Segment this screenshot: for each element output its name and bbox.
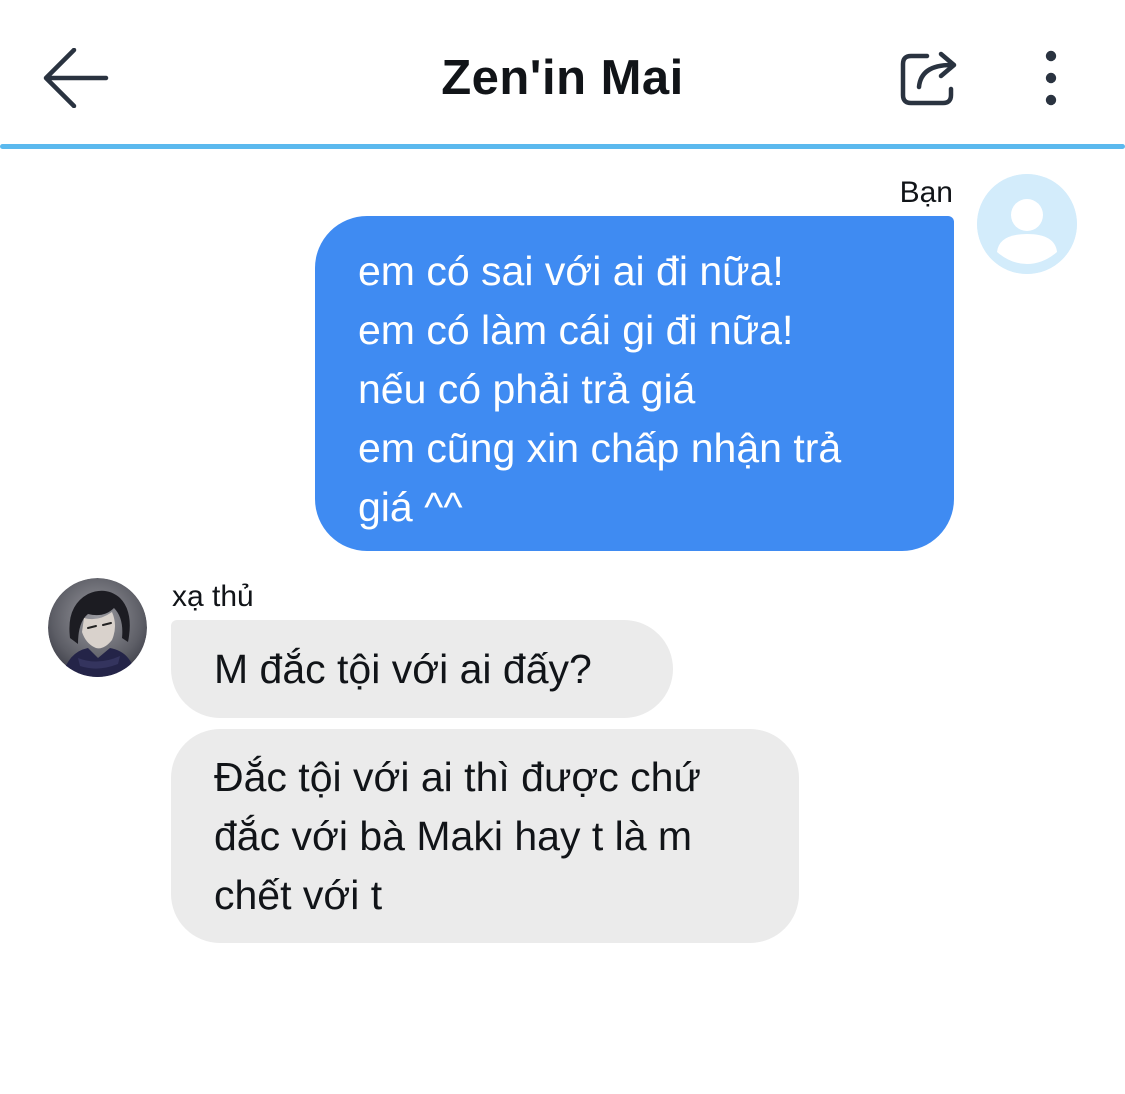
message-bubble-incoming[interactable]: M đắc tội với ai đấy? [171,620,673,718]
chat-header: Zen'in Mai [0,0,1125,145]
message-line: em có làm cái gi đi nữa! [358,307,794,353]
message-line: giá ^^ [358,484,463,530]
message-line: nếu có phải trả giá [358,366,696,412]
avatar[interactable] [48,578,147,677]
more-vertical-icon [1045,50,1057,106]
chat-screen: Zen'in Mai Bạn em có sai với ai đi nữa! [0,0,1125,1094]
share-button[interactable] [890,40,970,116]
anime-character-avatar [48,578,147,677]
sender-name: Bạn [899,176,953,209]
arrow-left-icon [43,48,109,108]
message-line: M đắc tội với ai đấy? [214,646,592,692]
message-line: Đắc tội với ai thì được chứ [214,754,701,800]
header-divider [0,144,1125,149]
message-line: em có sai với ai đi nữa! [358,248,784,294]
message-line: em cũng xin chấp nhận trả [358,425,842,471]
message-bubble-incoming[interactable]: Đắc tội với ai thì được chứ đắc với bà M… [171,729,799,943]
back-button[interactable] [34,40,114,116]
message-line: chết với t [214,872,383,918]
sender-name: xạ thủ [172,580,254,613]
default-user-icon [977,174,1077,274]
message-line: đắc với bà Maki hay t là m [214,813,693,859]
message-bubble-outgoing[interactable]: em có sai với ai đi nữa! em có làm cái g… [315,216,954,551]
avatar[interactable] [977,174,1077,274]
share-icon [900,51,957,106]
more-options-button[interactable] [1015,40,1087,116]
